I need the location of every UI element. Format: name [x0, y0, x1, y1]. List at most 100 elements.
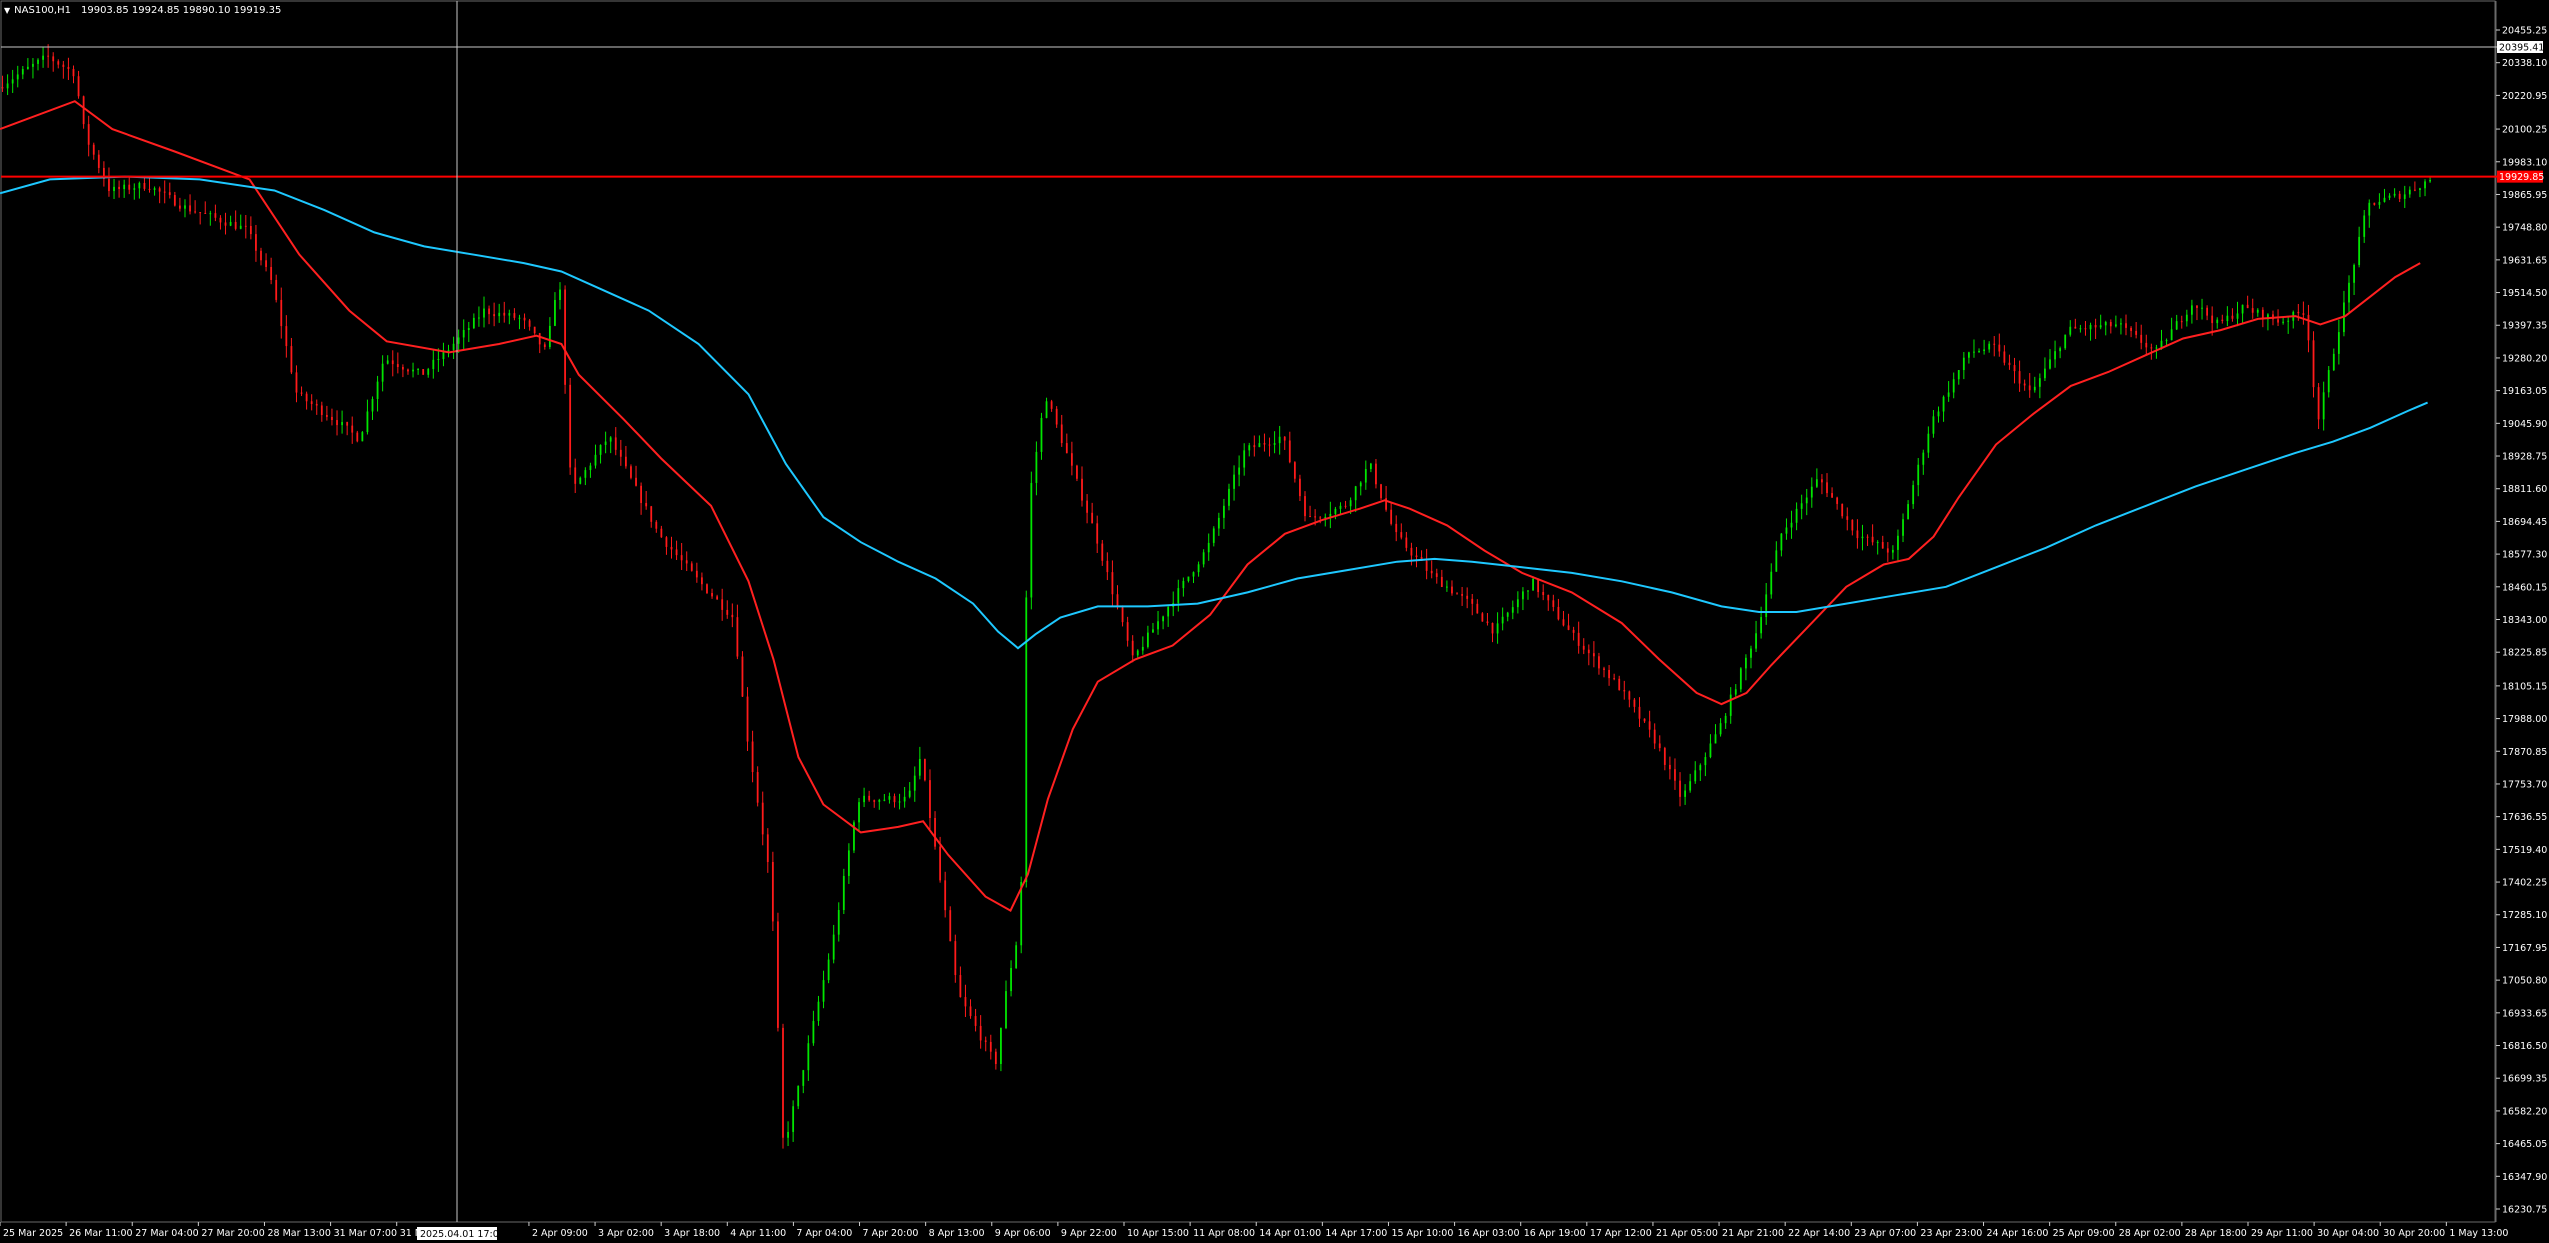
candle — [2246, 295, 2249, 309]
price-tick-label: 17402.25 — [2502, 878, 2547, 889]
candle — [1304, 491, 1306, 522]
time-tick-label: 4 Apr 11:00 — [730, 1228, 786, 1239]
candle — [1608, 665, 1610, 686]
time-tick-label: 28 Mar 13:00 — [267, 1228, 330, 1239]
candle — [1390, 501, 1393, 526]
candle — [2267, 313, 2269, 331]
candle — [6, 74, 9, 96]
time-axis[interactable]: 25 Mar 2025 26 Mar 11:00 27 Mar 04:00 27 Ma… — [0, 1221, 2508, 1239]
candle — [1228, 483, 1230, 511]
candle — [883, 794, 886, 802]
candle — [1552, 594, 1555, 612]
candle — [1035, 441, 1038, 496]
candle — [1496, 612, 1499, 644]
candle — [1207, 533, 1210, 561]
candle — [2287, 317, 2290, 334]
chart-window[interactable]: 20455.25 20338.10 20220.95 20100.25 19983.10… — [0, 0, 2549, 1243]
candle — [422, 368, 425, 375]
candle — [462, 319, 465, 350]
candle — [2231, 308, 2234, 322]
candle — [1177, 579, 1180, 612]
candle — [1152, 622, 1154, 633]
candle — [1233, 465, 1235, 501]
candle — [1537, 578, 1540, 598]
candle — [2130, 326, 2132, 338]
candle — [1861, 524, 1864, 551]
candle — [2206, 305, 2209, 321]
candle — [1917, 458, 1920, 497]
candle — [741, 651, 744, 698]
time-tick-label: 2 Apr 09:00 — [532, 1228, 588, 1239]
candle — [1937, 406, 1940, 423]
candle — [1815, 468, 1818, 488]
candle — [331, 408, 333, 426]
candle — [2251, 298, 2254, 319]
candle — [1273, 431, 1276, 454]
time-tick-label: 24 Apr 16:00 — [1987, 1228, 2049, 1239]
candle — [1795, 502, 1798, 531]
price-axis[interactable]: 20455.25 20338.10 20220.95 20100.25 19983.10… — [2495, 1, 2547, 1222]
candle — [457, 329, 460, 353]
candle — [1734, 684, 1737, 698]
overlays-layer: 19929.85 2025.04.01 17:00 20395.41 — [1, 1, 2544, 1240]
candle — [1025, 590, 1028, 888]
candle — [853, 820, 855, 854]
candle — [488, 305, 490, 325]
candle — [32, 58, 34, 79]
candle — [1511, 600, 1514, 620]
candle — [1451, 580, 1453, 596]
candle — [812, 1010, 815, 1046]
candle — [685, 551, 688, 572]
candle — [478, 306, 480, 327]
candle — [2170, 317, 2173, 341]
candle — [756, 766, 759, 807]
candle — [204, 201, 207, 214]
candle — [219, 215, 222, 230]
candle — [472, 313, 475, 330]
candle — [782, 1023, 784, 1149]
candle — [731, 603, 734, 628]
crosshair-price-label: 20395.41 — [2499, 43, 2544, 54]
price-tick-label: 16699.35 — [2502, 1074, 2547, 1085]
candle — [690, 561, 693, 572]
candle — [1172, 591, 1175, 617]
price-tick-label: 18694.45 — [2502, 517, 2547, 528]
moving-averages-layer — [0, 100, 2428, 912]
candle — [72, 65, 75, 84]
price-tick-label: 18343.00 — [2502, 615, 2547, 626]
candle — [1841, 503, 1844, 519]
candle — [87, 115, 90, 157]
candle — [675, 540, 678, 561]
candle — [1369, 462, 1372, 473]
candle — [2180, 315, 2183, 329]
candle — [974, 1008, 977, 1032]
candle — [260, 247, 262, 266]
candle — [2018, 360, 2021, 392]
candle — [402, 364, 404, 378]
candle — [1238, 455, 1241, 487]
price-tick-label: 18811.60 — [2502, 484, 2547, 495]
candle — [1000, 1027, 1002, 1072]
candle — [1866, 534, 1869, 546]
time-tick-label: 11 Apr 08:00 — [1193, 1228, 1255, 1239]
candle — [564, 285, 566, 394]
candle — [619, 439, 622, 466]
dropdown-triangle-icon[interactable]: ▼ — [4, 6, 10, 15]
candle — [2084, 321, 2087, 336]
candle — [1603, 666, 1605, 678]
candle — [1375, 459, 1377, 489]
candle — [102, 161, 105, 187]
candle — [746, 687, 749, 751]
candle — [827, 953, 830, 984]
candle — [1633, 697, 1636, 713]
price-chart[interactable]: 20455.25 20338.10 20220.95 20100.25 19983.10… — [0, 0, 2549, 1243]
candle — [1435, 568, 1438, 584]
candle — [1947, 381, 1950, 402]
candle — [1425, 548, 1428, 580]
candle — [249, 216, 252, 240]
candle — [2190, 299, 2193, 324]
candle — [1562, 610, 1565, 627]
candle — [1131, 635, 1134, 663]
candle — [994, 1048, 997, 1070]
candle — [310, 394, 313, 411]
